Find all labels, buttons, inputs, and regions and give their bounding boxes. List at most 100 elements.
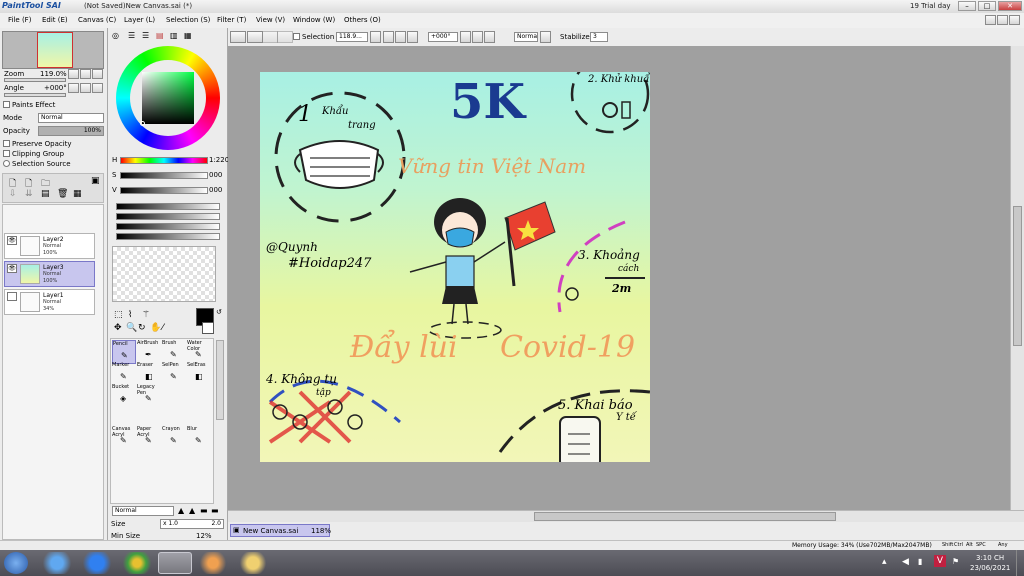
zoom-tool-icon[interactable]: 🔍 [126,323,137,333]
painttool-sai-icon[interactable] [158,552,192,574]
clear-layer-icon[interactable]: ▤ [41,189,50,199]
merge-down-icon[interactable]: ⇊ [25,189,33,199]
mixer-bar-4[interactable] [116,233,220,240]
tool-legacy-pen[interactable]: Legacy Pen ✎ [137,384,161,408]
rotate-cw-button[interactable] [472,31,483,43]
show-selection-checkbox[interactable] [293,33,300,40]
delete-layer-icon[interactable]: 🗑 [57,189,68,199]
zoom-reset-button[interactable] [92,69,103,79]
vertical-scrollbar[interactable] [1010,46,1024,510]
toolbar-zoom-out-button[interactable] [383,31,394,43]
stabilizer-select[interactable]: 3 [590,32,608,42]
brush-mode-select[interactable]: Normal [112,506,174,516]
visibility-eye-icon[interactable]: 👁 [7,236,17,245]
transfer-down-icon[interactable]: ⇩ [9,189,17,199]
tool-grid-scrollbar[interactable] [216,340,224,420]
navigator-preview[interactable] [2,31,104,69]
secondary-color-swatch[interactable] [202,322,214,334]
file-explorer-icon[interactable] [236,552,270,574]
toolbar-zoom-value[interactable]: 118.9... [336,32,368,42]
invert-selection-button[interactable] [277,31,293,43]
layer-opacity-slider[interactable]: 100% [38,126,104,136]
layer-item-layer3[interactable]: 👁 Layer3 Normal 100% [4,261,95,287]
tool-bucket[interactable]: Bucket ◈ [112,384,136,408]
close-button[interactable]: ✕ [998,1,1022,11]
magic-wand-icon[interactable]: ⚚ [142,310,150,320]
layer-item-layer2[interactable]: 👁 Layer2 Normal 100% [4,233,95,259]
deselect-button[interactable] [262,31,278,43]
zoom-out-button[interactable] [68,69,79,79]
hue-slider[interactable] [120,157,208,164]
brush-shape-icon[interactable]: ▬ [211,506,219,515]
saturation-value-square[interactable] [142,72,194,124]
brush-shape-icon[interactable]: ▲ [178,506,184,515]
tool-brush[interactable]: Brush ✎ [162,340,186,364]
mdi-restore-button[interactable] [997,15,1008,25]
tool-paper-acryl[interactable]: Paper Acryl ✎ [137,426,161,450]
rotate-left-button[interactable] [68,83,79,93]
color-wheel[interactable] [116,46,220,150]
menu-selection[interactable]: Selection (S) [166,16,210,24]
brush-shape-presets[interactable]: ▲ ▲ ▬ ▬ [178,506,222,516]
rotate-ccw-button[interactable] [460,31,471,43]
toolbar-zoom-fit-button[interactable] [407,31,418,43]
zoom-dropdown-button[interactable] [370,31,381,43]
scratchpad-tab-icon[interactable]: ▦ [184,31,192,40]
rotate-tool-icon[interactable]: ↻ [138,323,146,333]
maximize-button[interactable]: □ [978,1,996,11]
mdi-close-button[interactable] [1009,15,1020,25]
zoom-slider[interactable] [4,78,66,82]
layer-menu-icon[interactable]: ▣ [91,176,100,186]
mixer-bar-2[interactable] [116,213,220,220]
show-desktop-button[interactable] [1016,550,1024,576]
tool-blur[interactable]: Blur ✎ [187,426,211,450]
brush-shape-icon[interactable]: ▬ [200,506,208,515]
mdi-minimize-button[interactable] [985,15,996,25]
clock-date[interactable]: 23/06/2021 [970,564,1010,572]
mixer-bar-1[interactable] [116,203,220,210]
rgb-slider-tab-icon[interactable]: ☰ [128,31,135,40]
eyedropper-icon[interactable]: ⁄ [162,323,164,333]
color-picker-cursor[interactable] [140,121,145,126]
tool-selpen[interactable]: SelPen ✎ [162,362,186,386]
document-tab[interactable]: ▣ New Canvas.sai 118% [230,524,331,537]
visibility-eye-icon[interactable]: 👁 [7,264,17,273]
hand-tool-icon[interactable]: ✋ [150,323,161,333]
zoom-app-icon[interactable] [80,552,114,574]
menu-canvas[interactable]: Canvas (C) [78,16,116,24]
angle-slider[interactable] [4,93,66,97]
palette-tab-icon[interactable]: ▤ [156,31,164,40]
layer-item-layer1[interactable]: 👁 Layer1 Normal 34% [4,289,95,315]
color-wheel-tab-icon[interactable]: ◎ [112,31,119,40]
rotate-reset-toolbar-button[interactable] [484,31,495,43]
toolbar-angle-value[interactable]: +000° [428,32,458,42]
tool-seleras[interactable]: SelEras ◧ [187,362,211,386]
scratch-pad[interactable] [112,246,216,302]
selection-source-checkbox[interactable] [3,160,10,167]
swap-colors-icon[interactable]: ↺ [216,308,222,316]
flip-button[interactable] [540,31,551,43]
move-icon[interactable]: ✥ [114,323,122,333]
tool-airbrush[interactable]: AirBrush ✒ [137,340,161,364]
vpn-icon[interactable]: V [934,555,946,567]
swatches-tab-icon[interactable]: ▥ [170,31,178,40]
menu-view[interactable]: View (V) [256,16,285,24]
layer-to-selection-icon[interactable]: ▦ [73,189,82,199]
clock-time[interactable]: 3:10 CH [976,554,1004,562]
brush-size-slider[interactable]: x 1.0 2.0 [160,519,224,529]
tool-pencil[interactable]: Pencil ✎ [112,340,136,364]
preserve-opacity-checkbox[interactable] [3,140,10,147]
paint-icon[interactable] [196,552,230,574]
hsv-slider-tab-icon[interactable]: ☰ [142,31,149,40]
menu-window[interactable]: Window (W) [293,16,335,24]
tray-arrow-icon[interactable]: ▴ [882,557,887,567]
menu-layer[interactable]: Layer (L) [124,16,155,24]
toolbar-zoom-in-button[interactable] [395,31,406,43]
clipping-group-checkbox[interactable] [3,150,10,157]
zoom-in-button[interactable] [80,69,91,79]
brush-shape-icon[interactable]: ▲ [189,506,195,515]
layer-mode-select[interactable]: Normal [38,113,104,123]
value-slider[interactable] [120,187,208,194]
start-button-icon[interactable] [4,552,28,574]
lasso-icon[interactable]: ⌇ [128,310,132,320]
